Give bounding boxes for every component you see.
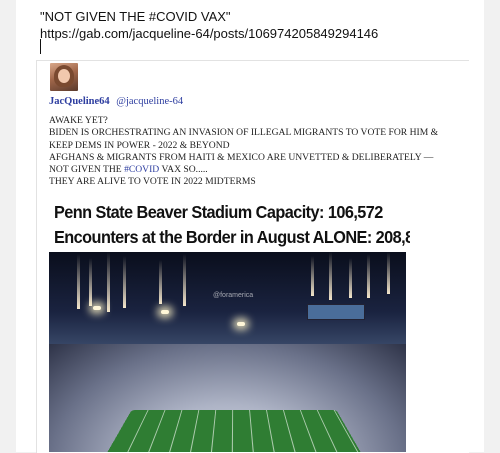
football-field: [103, 410, 365, 452]
avatar[interactable]: [50, 63, 78, 91]
author-name[interactable]: JacQueline64: [49, 96, 110, 107]
firework: [159, 260, 162, 304]
post-text: NOT GIVEN THE: [49, 164, 124, 175]
firework: [367, 254, 370, 298]
author-handle[interactable]: @jacqueline-64: [116, 96, 183, 107]
hashtag-link[interactable]: #COVID: [124, 164, 159, 175]
firework: [311, 256, 314, 296]
firework: [183, 254, 186, 306]
stadium-light: [237, 322, 245, 326]
stadium-light: [93, 306, 101, 310]
text-caret: [40, 39, 41, 54]
firework: [89, 258, 92, 306]
stadium-photo: @foramerica: [49, 252, 406, 452]
yard-lines: [103, 410, 365, 452]
image-headline-1: Penn State Beaver Stadium Capacity: 106,…: [54, 202, 383, 223]
firework: [107, 252, 110, 312]
firework: [387, 252, 390, 294]
scoreboard: [307, 304, 365, 320]
firework: [77, 254, 80, 309]
post-text: VAX SO.....: [159, 164, 207, 175]
compose-line-2: https://gab.com/jacqueline-64/posts/1069…: [40, 25, 378, 42]
post-line: THEY ARE ALIVE TO VOTE IN 2022 MIDTERMS: [49, 176, 459, 188]
post-body: AWAKE YET? BIDEN IS ORCHESTRATING AN INV…: [49, 115, 459, 189]
post-image[interactable]: Penn State Beaver Stadium Capacity: 106,…: [48, 196, 410, 452]
firework: [349, 258, 352, 298]
image-watermark: @foramerica: [213, 292, 253, 299]
post-author[interactable]: JacQueline64 @jacqueline-64: [49, 96, 183, 107]
firework: [123, 256, 126, 308]
image-headline-2: Encounters at the Border in August ALONE…: [54, 227, 410, 248]
post-line: AWAKE YET?: [49, 115, 459, 127]
stadium-light: [161, 310, 169, 314]
compose-text[interactable]: "NOT GIVEN THE #COVID VAX" https://gab.c…: [40, 8, 378, 42]
post-line: BIDEN IS ORCHESTRATING AN INVASION OF IL…: [49, 127, 459, 152]
post-line-hashtag: NOT GIVEN THE #COVID VAX SO.....: [49, 164, 459, 176]
firework: [329, 252, 332, 300]
post-line: AFGHANS & MIGRANTS FROM HAITI & MEXICO A…: [49, 152, 459, 164]
compose-line-1: "NOT GIVEN THE #COVID VAX": [40, 8, 378, 25]
avatar-face: [58, 69, 70, 83]
